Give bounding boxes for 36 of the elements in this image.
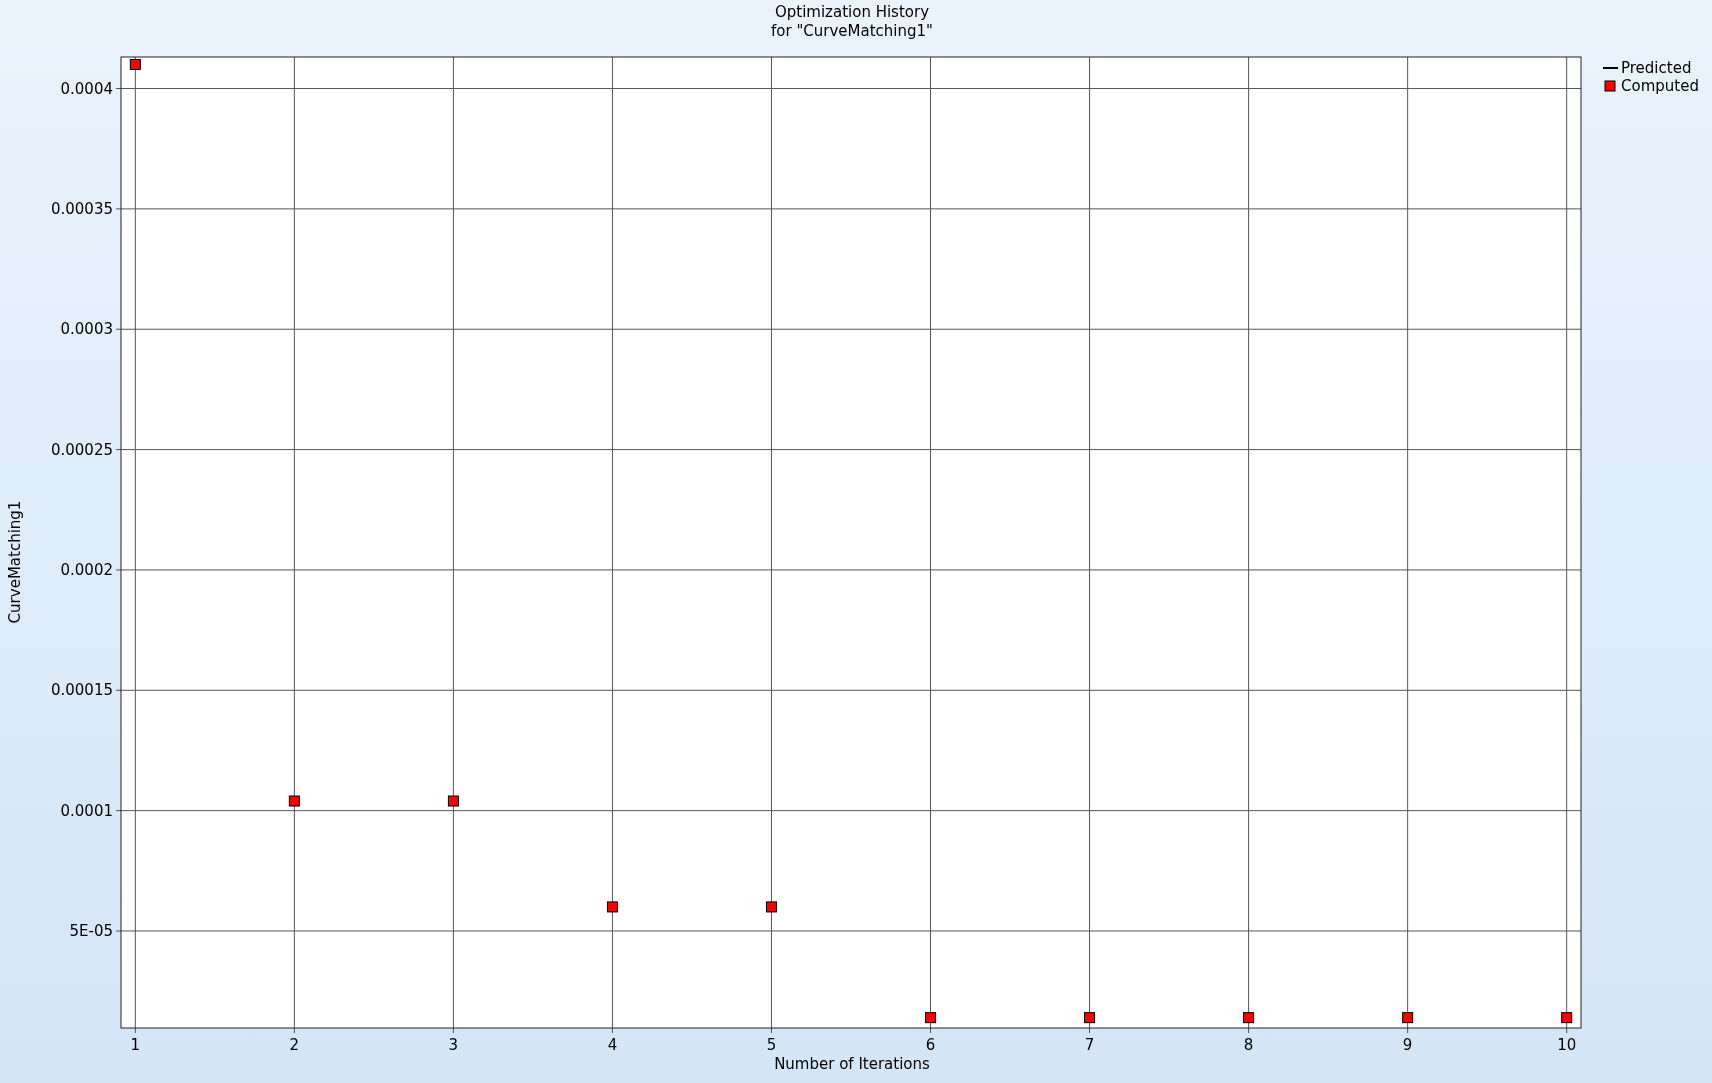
x-tick-label: 3 — [448, 1036, 459, 1054]
x-tick-label: 1 — [130, 1036, 141, 1054]
x-tick-label: 8 — [1243, 1036, 1254, 1054]
data-point — [1402, 1012, 1414, 1024]
data-point — [447, 795, 459, 807]
chart-title: for "CurveMatching1" — [771, 22, 933, 40]
x-tick-label: 6 — [925, 1036, 936, 1054]
x-tick-label: 7 — [1084, 1036, 1095, 1054]
data-point — [1243, 1012, 1255, 1024]
data-point — [925, 1012, 936, 1024]
x-tick-label: 4 — [607, 1036, 618, 1054]
y-tick-label: 0.00015 — [50, 681, 113, 700]
y-tick-label: 0.0001 — [60, 801, 113, 820]
data-point — [766, 901, 777, 913]
x-tick-label: 2 — [289, 1036, 300, 1054]
y-tick-label: 0.0004 — [60, 79, 113, 98]
y-tick-label: 0.00035 — [50, 199, 113, 218]
legend-line-icon — [1602, 67, 1619, 69]
data-point — [1561, 1012, 1573, 1024]
x-tick-label: 10 — [1557, 1036, 1577, 1054]
x-tick-label: 5 — [766, 1036, 777, 1054]
data-point — [1084, 1012, 1096, 1024]
data-point — [288, 795, 300, 807]
y-tick-label: 5E-05 — [69, 922, 113, 940]
chart-title: Optimization History — [774, 3, 930, 21]
data-point — [606, 901, 618, 913]
data-point — [129, 58, 141, 70]
x-axis-label: Number of Iterations — [774, 1055, 930, 1073]
y-tick-label: 0.0002 — [60, 560, 113, 579]
legend-marker-icon — [1604, 80, 1616, 92]
legend-label: Computed — [1621, 77, 1699, 95]
x-tick-label: 9 — [1402, 1036, 1413, 1054]
y-tick-label: 0.0003 — [60, 320, 113, 339]
y-tick-label: 0.00025 — [50, 440, 113, 459]
y-axis-label: CurveMatching1 — [6, 500, 24, 624]
legend-label: Predicted — [1621, 59, 1692, 77]
